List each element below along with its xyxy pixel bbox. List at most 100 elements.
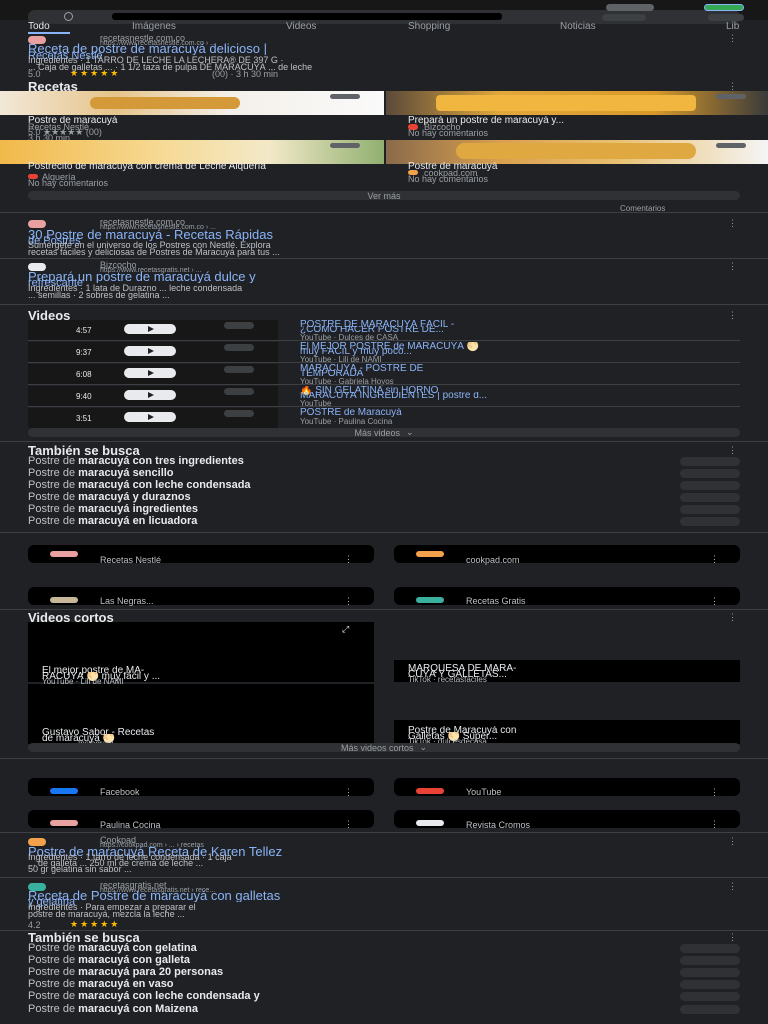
- more-options-icon[interactable]: ⋮: [728, 262, 737, 271]
- site-favicon: [28, 220, 46, 228]
- show-more-recipes-button[interactable]: Ver más: [28, 191, 740, 201]
- more-options-icon[interactable]: ⋮: [710, 820, 719, 829]
- tab-imagenes[interactable]: Imágenes: [132, 21, 176, 32]
- tab-todo[interactable]: Todo: [28, 21, 50, 32]
- site-favicon: [50, 597, 78, 603]
- search-icon: [680, 980, 740, 989]
- recipe-thumbnail[interactable]: [386, 91, 768, 115]
- more-options-icon[interactable]: ⋮: [344, 555, 353, 564]
- search-tabs: Todo Imágenes Videos Shopping Noticias L…: [28, 21, 740, 34]
- more-options-icon[interactable]: ⋮: [728, 837, 737, 846]
- result-rating: 4.2: [28, 920, 41, 930]
- youtube-icon: [416, 788, 444, 794]
- section-divider: [0, 212, 768, 213]
- related-prefix: Postre de: [28, 479, 79, 491]
- result-rating: 5.0: [28, 69, 41, 79]
- mic-icon[interactable]: [602, 14, 646, 21]
- related-search-item[interactable]: Postre de maracuyá en licuadora: [28, 516, 740, 528]
- search-icon[interactable]: [64, 12, 73, 21]
- more-options-icon[interactable]: ⋮: [710, 555, 719, 564]
- search-icon: [680, 457, 740, 466]
- related-search-item[interactable]: Postre de maracuyá con leche condensada …: [28, 991, 740, 1003]
- source-label: Recetas Gratis: [466, 596, 526, 606]
- more-options-icon[interactable]: ⋮: [728, 933, 737, 942]
- source-card[interactable]: Paulina Cocina ⋮: [28, 810, 374, 830]
- source-card[interactable]: cookpad.com ⋮: [394, 545, 740, 565]
- tab-noticias[interactable]: Noticias: [560, 21, 596, 32]
- site-favicon: [50, 551, 78, 557]
- row-divider: [28, 340, 740, 341]
- play-icon: [148, 392, 154, 398]
- star-rating-icon: ★★★★★: [70, 68, 121, 78]
- more-options-icon[interactable]: ⋮: [344, 820, 353, 829]
- source-card[interactable]: Revista Cromos ⋮: [394, 810, 740, 830]
- lens-icon[interactable]: [708, 14, 744, 21]
- chevron-down-icon: ⌄: [405, 427, 414, 437]
- source-label: Paulina Cocina: [100, 820, 161, 830]
- video-title-line2[interactable]: TEMPORADA: [300, 370, 740, 378]
- recipe-meta: No hay comentarios: [408, 175, 489, 184]
- video-title-line2[interactable]: muy FÁCIL y muy poco...: [300, 348, 740, 356]
- more-options-icon[interactable]: ⋮: [728, 219, 737, 228]
- source-card[interactable]: YouTube ⋮: [394, 778, 740, 797]
- more-options-icon[interactable]: ⋮: [728, 82, 737, 91]
- recipe-meta: No hay comentarios: [408, 129, 489, 138]
- related-prefix: Postre de: [28, 966, 79, 978]
- tab-videos[interactable]: Videos: [286, 21, 316, 32]
- source-card[interactable]: Recetas Nestlé ⋮: [28, 545, 374, 565]
- more-options-icon[interactable]: ⋮: [710, 788, 719, 797]
- short-video-thumbnail[interactable]: Postre de Maracuyá con Galletas 🌕 Super.…: [394, 720, 740, 746]
- video-title[interactable]: POSTRE de Maracuyá: [300, 408, 740, 418]
- related-bold: maracuyá para 20 personas: [78, 966, 224, 978]
- play-icon: [148, 348, 154, 354]
- apps-icon[interactable]: [606, 4, 654, 11]
- more-short-videos-label: Más videos cortos: [340, 742, 414, 753]
- video-duration: 4:57: [76, 326, 92, 335]
- avatar[interactable]: [704, 4, 744, 11]
- search-icon: [680, 493, 740, 502]
- related-prefix: Postre de: [28, 978, 79, 990]
- more-options-icon[interactable]: ⋮: [728, 446, 737, 455]
- short-video-thumbnail[interactable]: ⤢ El mejor postre de MA- RACUYÁ 🌕 muy fá…: [28, 622, 374, 686]
- more-options-icon[interactable]: ⋮: [728, 882, 737, 891]
- source-card[interactable]: Recetas Gratis ⋮: [394, 587, 740, 606]
- search-input[interactable]: [112, 13, 502, 20]
- related-search-item[interactable]: Postre de maracuyá con Maizena: [28, 1004, 740, 1016]
- source-label: Las Negras...: [100, 596, 154, 606]
- play-icon: [148, 370, 154, 376]
- video-item[interactable]: 9:37 El MEJOR POSTRE de MARACUYÁ 🌕 muy F…: [28, 342, 740, 364]
- more-options-icon[interactable]: ⋮: [728, 613, 737, 622]
- active-tab-indicator: [28, 32, 70, 34]
- recipe-thumbnail[interactable]: [0, 140, 384, 164]
- key-moments-icon: [224, 322, 254, 329]
- section-divider: [0, 441, 768, 442]
- more-videos-button[interactable]: Más videos ⌄: [28, 427, 740, 438]
- recipe-thumbnail[interactable]: [0, 91, 384, 115]
- more-options-icon[interactable]: ⋮: [344, 788, 353, 797]
- recipe-thumbnail[interactable]: [386, 140, 768, 164]
- short-video-meta: TikTok · recetasfaciles: [408, 675, 487, 684]
- more-short-videos-button[interactable]: Más videos cortos ⌄: [28, 742, 740, 753]
- short-video-thumbnail[interactable]: MARQUESA DE MARA- CUYÁ Y GALLETAS... Tik…: [394, 660, 740, 684]
- source-card[interactable]: Las Negras... ⋮: [28, 587, 374, 606]
- video-title-line2[interactable]: ¿CÓMO HACER POSTRE DE...: [300, 326, 740, 334]
- related-prefix: Postre de: [28, 515, 79, 527]
- section-divider: [0, 258, 768, 259]
- short-video-thumbnail[interactable]: Gustavo Sabor - Recetas de maracuyá 🌕 In…: [28, 684, 374, 748]
- tab-shopping[interactable]: Shopping: [408, 21, 450, 32]
- video-title-line2[interactable]: MARACUYÁ INGREDIENTES | postre d...: [300, 392, 740, 400]
- video-item[interactable]: 4:57 POSTRE DE MARACUYÁ FÁCIL - ¿CÓMO HA…: [28, 320, 740, 342]
- source-label: cookpad.com: [466, 555, 520, 565]
- source-card[interactable]: Facebook ⋮: [28, 778, 374, 797]
- tab-more[interactable]: Lib: [726, 21, 739, 32]
- video-item[interactable]: 9:40 🔥 SIN GELATINA sin HORNO MARACUYÁ I…: [28, 386, 740, 408]
- more-options-icon[interactable]: ⋮: [728, 34, 737, 43]
- related-prefix: Postre de: [28, 942, 79, 954]
- more-options-icon[interactable]: ⋮: [728, 311, 737, 320]
- recipe-title[interactable]: Postrecito de maracuyá con crema de Lech…: [28, 162, 378, 172]
- related-bold: maracuyá con Maizena: [78, 1003, 198, 1015]
- video-duration: 9:37: [76, 348, 92, 357]
- video-item[interactable]: 6:08 MARACUYÁ - POSTRE DE TEMPORADA YouT…: [28, 364, 740, 386]
- more-options-icon[interactable]: ⋮: [710, 597, 719, 606]
- more-options-icon[interactable]: ⋮: [344, 597, 353, 606]
